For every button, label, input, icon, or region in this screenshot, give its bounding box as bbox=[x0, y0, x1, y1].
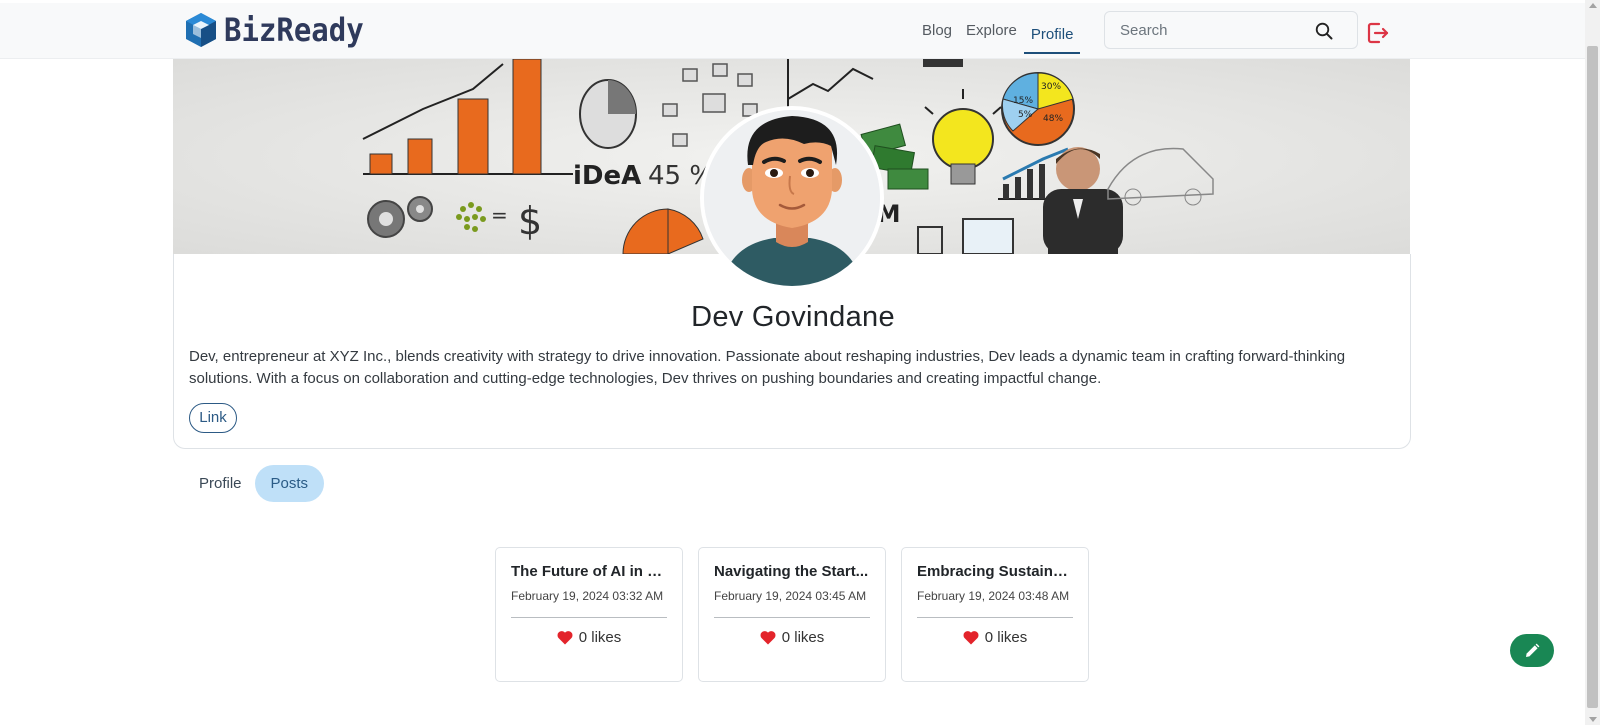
create-post-button[interactable] bbox=[1510, 634, 1554, 667]
banner-pie-48: 48% bbox=[1043, 114, 1063, 124]
post-title: The Future of AI in B... bbox=[511, 563, 667, 580]
profile-name: Dev Govindane bbox=[691, 301, 895, 333]
nav-link-profile[interactable]: Profile bbox=[1023, 8, 1081, 54]
post-title: Embracing Sustainab... bbox=[917, 563, 1073, 580]
post-title: Navigating the Start... bbox=[714, 563, 869, 580]
nav-link-explore[interactable]: Explore bbox=[966, 3, 1017, 59]
post-card[interactable]: The Future of AI in B... February 19, 20… bbox=[495, 547, 683, 682]
banner-pie-5: 5% bbox=[1018, 110, 1033, 120]
post-card[interactable]: Navigating the Start... February 19, 202… bbox=[698, 547, 886, 682]
pencil-icon bbox=[1526, 643, 1540, 657]
likes-count: 0 likes bbox=[781, 629, 825, 646]
post-likes: 0 likes bbox=[714, 629, 870, 646]
post-date: February 19, 2024 03:32 AM bbox=[511, 589, 664, 603]
profile-bio: Dev, entrepreneur at XYZ Inc., blends cr… bbox=[189, 348, 1346, 387]
search-input[interactable] bbox=[1105, 21, 1315, 39]
cube-logo-icon bbox=[186, 13, 216, 47]
heart-icon[interactable] bbox=[760, 630, 776, 645]
banner-pie-15: 15% bbox=[1013, 96, 1033, 106]
divider bbox=[511, 617, 667, 618]
divider bbox=[714, 617, 870, 618]
svg-text:$: $ bbox=[518, 199, 542, 243]
likes-count: 0 likes bbox=[984, 629, 1028, 646]
post-card[interactable]: Embracing Sustainab... February 19, 2024… bbox=[901, 547, 1089, 682]
svg-text:=: = bbox=[491, 203, 508, 227]
post-likes: 0 likes bbox=[917, 629, 1073, 646]
scroll-down-arrow-icon[interactable] bbox=[1589, 717, 1597, 722]
banner-idea-text: iDeA bbox=[573, 161, 641, 191]
scroll-thumb[interactable] bbox=[1587, 46, 1598, 708]
top-navbar: BizReady Blog Explore Profile bbox=[0, 3, 1585, 59]
heart-icon[interactable] bbox=[557, 630, 573, 645]
nav-link-blog[interactable]: Blog bbox=[922, 3, 952, 59]
banner-pie-30: 30% bbox=[1041, 82, 1061, 92]
page-scrollbar[interactable] bbox=[1585, 0, 1600, 725]
heart-icon[interactable] bbox=[963, 630, 979, 645]
brand-logo[interactable]: BizReady bbox=[184, 11, 364, 49]
profile-link-button[interactable]: Link bbox=[189, 403, 237, 433]
brand-name: BizReady bbox=[224, 11, 364, 49]
search-icon[interactable] bbox=[1315, 22, 1333, 40]
posts-grid: The Future of AI in B... February 19, 20… bbox=[495, 547, 1104, 682]
tab-profile[interactable]: Profile bbox=[186, 465, 255, 502]
likes-count: 0 likes bbox=[578, 629, 622, 646]
nav-links: Blog Explore Profile bbox=[922, 3, 1094, 59]
scroll-up-arrow-icon[interactable] bbox=[1589, 3, 1597, 8]
post-likes: 0 likes bbox=[511, 629, 667, 646]
profile-tabs: Profile Posts bbox=[186, 465, 325, 502]
avatar-illustration bbox=[704, 110, 880, 286]
post-date: February 19, 2024 03:45 AM bbox=[714, 589, 867, 603]
post-date: February 19, 2024 03:48 AM bbox=[917, 589, 1070, 603]
avatar bbox=[700, 106, 884, 290]
divider bbox=[917, 617, 1073, 618]
tab-posts[interactable]: Posts bbox=[254, 465, 325, 502]
logout-icon[interactable] bbox=[1366, 21, 1390, 45]
search-box bbox=[1104, 11, 1358, 49]
